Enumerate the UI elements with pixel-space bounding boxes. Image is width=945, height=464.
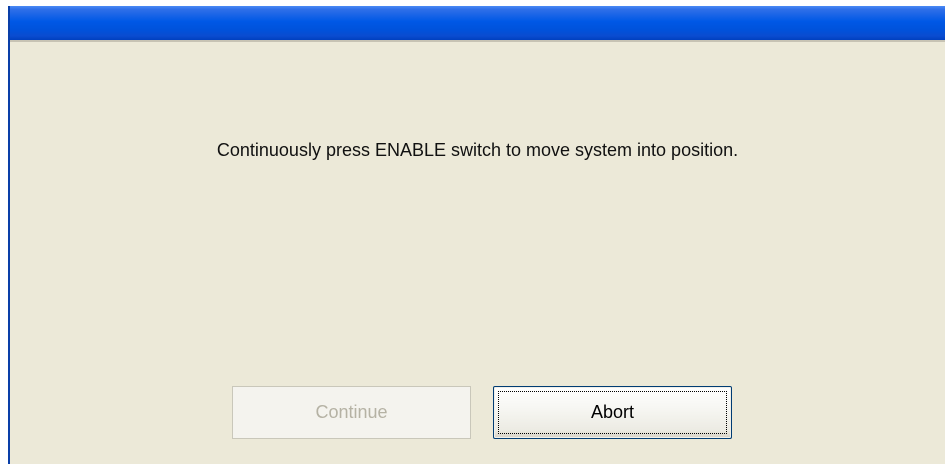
abort-button-label: Abort bbox=[590, 402, 635, 422]
instruction-message: Continuously press ENABLE switch to move… bbox=[216, 140, 739, 160]
abort-button[interactable]: Abort bbox=[493, 386, 732, 439]
title-bar-divider bbox=[10, 40, 945, 42]
title-bar[interactable] bbox=[10, 6, 945, 40]
dialog-window: Continuously press ENABLE switch to move… bbox=[8, 6, 945, 464]
continue-button[interactable]: Continue bbox=[232, 386, 471, 439]
continue-button-label: Continue bbox=[315, 402, 388, 422]
